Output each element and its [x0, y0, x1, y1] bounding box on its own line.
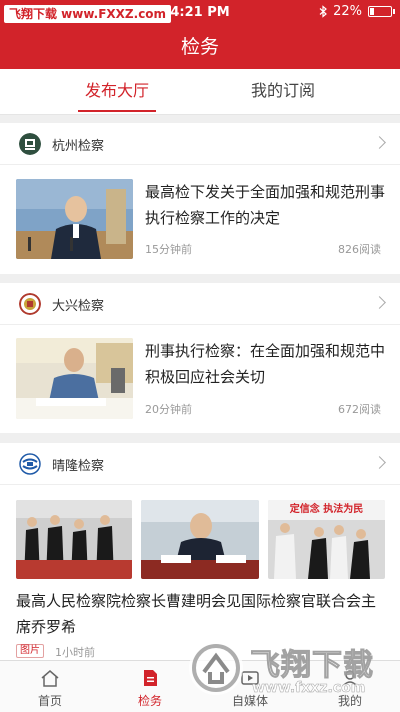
home-icon: [41, 670, 59, 687]
tabbar-label: 首页: [37, 694, 62, 708]
feed-card: 杭州检察 最高检下发关于全面加强和规范刑事执行检察工作的决定 15分钟前 826…: [0, 123, 400, 274]
source-row[interactable]: 杭州检察: [0, 123, 400, 165]
battery-icon: [368, 6, 395, 17]
tabbar-jianwu[interactable]: 检务: [100, 661, 200, 712]
source-name: 晴隆检察: [52, 459, 105, 474]
page-title: 检务: [0, 26, 400, 69]
chevron-right-icon[interactable]: [373, 456, 386, 469]
segment-tabs: 发布大厅 我的订阅: [0, 69, 400, 115]
article-thumbnail[interactable]: [16, 338, 133, 419]
article-title[interactable]: 刑事执行检察：在全面加强和规范中积极回应社会关切: [145, 338, 387, 390]
article-time: 1小时前: [55, 646, 95, 659]
article-image[interactable]: [16, 500, 132, 579]
chevron-right-icon[interactable]: [373, 296, 386, 309]
source-name: 大兴检察: [52, 299, 105, 314]
bluetooth-icon: [319, 5, 328, 18]
feed-card: 大兴检察 刑事执行检察：在全面加强和规范中积极回应社会关切 20分钟前 672阅…: [0, 283, 400, 433]
watermark-url: www.fxxz.com: [252, 680, 366, 697]
feed-card: 晴隆检察 定信念 执法为民 最高人民检察院检察长曹建明会见国际检察官联合会主席乔…: [0, 443, 400, 660]
article-time: 15分钟前: [145, 243, 192, 256]
watermark-text: 飞翔下载: [250, 648, 374, 684]
source-row[interactable]: 晴隆检察: [0, 443, 400, 485]
tabbar-label: 检务: [137, 694, 162, 708]
banner-text: 定信念 执法为民: [289, 504, 364, 515]
watermark-emblem-icon: [189, 641, 243, 695]
article-image[interactable]: 定信念 执法为民: [268, 500, 385, 579]
hangzhou-logo-icon: [19, 133, 41, 155]
qinglong-logo-icon: [19, 453, 41, 475]
status-bar: 飞翔下载 www.FXXZ.com 4:21 PM 22%: [0, 0, 400, 26]
source-row[interactable]: 大兴检察: [0, 283, 400, 325]
chevron-right-icon[interactable]: [373, 136, 386, 149]
tab-my-subscriptions[interactable]: 我的订阅: [238, 69, 328, 115]
source-name: 杭州检察: [52, 139, 105, 154]
divider: [0, 274, 400, 283]
battery-percent: 22%: [333, 4, 362, 19]
article-image[interactable]: [141, 500, 259, 579]
article-title[interactable]: 最高检下发关于全面加强和规范刑事执行检察工作的决定: [145, 179, 387, 231]
article-time: 20分钟前: [145, 403, 192, 416]
divider: [0, 115, 400, 123]
daxing-logo-icon: [19, 293, 41, 315]
watermark-logo: 飞翔下载 www.fxxz.com: [186, 634, 400, 712]
tabbar-home[interactable]: 首页: [0, 661, 100, 712]
document-icon: [144, 670, 157, 686]
article-title[interactable]: 最高人民检察院检察长曹建明会见国际检察官联合会主席乔罗希: [16, 588, 388, 640]
article-thumbnail[interactable]: [16, 179, 133, 259]
article-reads: 672阅读: [338, 403, 381, 416]
divider: [0, 433, 400, 443]
status-right: 22%: [319, 4, 395, 19]
tab-publish-hall[interactable]: 发布大厅: [72, 69, 162, 115]
image-tag: 图片: [16, 644, 44, 658]
article-reads: 826阅读: [338, 243, 381, 256]
